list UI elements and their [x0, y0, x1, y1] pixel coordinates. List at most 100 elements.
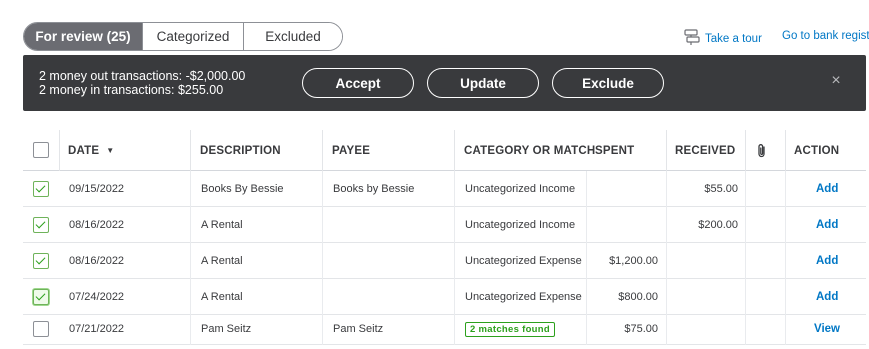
column-divider — [454, 130, 455, 171]
column-divider — [454, 243, 455, 279]
column-divider — [322, 207, 323, 243]
tab-for-review[interactable]: For review (25) — [24, 23, 142, 50]
column-divider — [190, 130, 191, 171]
column-divider — [190, 171, 191, 207]
batch-action-bar: 2 money out transactions: -$2,000.00 2 m… — [23, 55, 866, 111]
table-row[interactable]: 07/24/2022 A Rental Uncategorized Expens… — [23, 279, 866, 315]
column-divider — [745, 279, 746, 315]
date-header[interactable]: DATE ▼ — [68, 130, 114, 171]
date-header-label: DATE — [68, 144, 100, 157]
money-out-summary: 2 money out transactions: -$2,000.00 — [39, 69, 246, 83]
tab-excluded[interactable]: Excluded — [243, 23, 342, 50]
received-cell — [667, 315, 738, 343]
column-divider — [785, 243, 786, 279]
date-cell: 07/21/2022 — [69, 323, 125, 335]
description-cell: Books By Bessie — [201, 182, 284, 195]
column-divider — [322, 171, 323, 207]
payee-header[interactable]: PAYEE — [332, 130, 370, 171]
column-divider — [745, 315, 746, 345]
table-row[interactable]: 08/16/2022 A Rental Uncategorized Income… — [23, 207, 866, 243]
description-cell: A Rental — [201, 218, 243, 231]
sort-down-icon: ▼ — [106, 146, 115, 155]
add-button[interactable]: Add — [816, 279, 838, 314]
column-divider — [454, 279, 455, 315]
table-row[interactable]: 08/16/2022 A Rental Uncategorized Expens… — [23, 243, 866, 279]
received-cell — [667, 279, 738, 314]
column-divider — [666, 130, 667, 171]
take-a-tour-label: Take a tour — [705, 32, 762, 45]
received-cell — [667, 243, 738, 278]
batch-summary: 2 money out transactions: -$2,000.00 2 m… — [39, 69, 245, 97]
row-checkbox[interactable] — [33, 321, 49, 337]
column-divider — [190, 315, 191, 345]
spent-cell: $75.00 — [624, 323, 658, 335]
accept-button[interactable]: Accept — [302, 68, 414, 98]
column-divider — [745, 243, 746, 279]
signpost-icon — [683, 28, 701, 49]
spent-header[interactable]: SPENT — [595, 130, 634, 171]
column-divider — [322, 279, 323, 315]
date-cell: 09/15/2022 — [69, 182, 125, 195]
column-divider — [785, 279, 786, 315]
exclude-button[interactable]: Exclude — [552, 68, 664, 98]
received-header[interactable]: RECEIVED — [675, 130, 735, 171]
money-in-summary: 2 money in transactions: $255.00 — [39, 83, 224, 97]
select-all-checkbox[interactable] — [33, 142, 49, 158]
table-row[interactable]: 09/15/2022 Books By Bessie Books by Bess… — [23, 171, 866, 207]
category-cell[interactable]: Uncategorized Income — [465, 171, 586, 206]
payee-cell[interactable]: Books by Bessie — [333, 171, 414, 206]
column-divider — [190, 279, 191, 315]
action-header: ACTION — [794, 144, 840, 157]
close-icon[interactable]: × — [829, 73, 843, 89]
date-cell: 08/16/2022 — [69, 254, 125, 267]
received-cell: $200.00 — [698, 218, 738, 231]
column-divider — [454, 207, 455, 243]
description-cell: A Rental — [201, 290, 243, 303]
column-divider — [454, 171, 455, 207]
add-button[interactable]: Add — [816, 171, 838, 206]
description-cell: Pam Seitz — [201, 323, 252, 335]
column-divider — [322, 315, 323, 345]
match-cell[interactable]: 2 matches found — [465, 315, 555, 343]
column-divider — [454, 315, 455, 345]
description-header[interactable]: DESCRIPTION — [200, 130, 281, 171]
matches-found-badge[interactable]: 2 matches found — [465, 321, 555, 337]
row-checkbox[interactable] — [33, 253, 49, 269]
take-a-tour-link[interactable]: Take a tour — [683, 28, 762, 49]
tab-categorized[interactable]: Categorized — [142, 23, 243, 50]
row-checkbox[interactable] — [33, 181, 49, 197]
column-divider — [322, 130, 323, 171]
payee-cell[interactable]: Pam Seitz — [333, 315, 383, 343]
spent-cell: $1,200.00 — [609, 254, 658, 267]
spent-cell — [587, 171, 658, 206]
bank-register-link[interactable]: Go to bank regist — [782, 30, 869, 42]
row-checkbox[interactable] — [33, 289, 49, 305]
column-divider — [785, 171, 786, 207]
description-cell: A Rental — [201, 254, 243, 267]
column-divider — [59, 130, 60, 171]
column-divider — [190, 207, 191, 243]
category-header[interactable]: CATEGORY OR MATCH — [464, 130, 595, 171]
date-cell: 07/24/2022 — [69, 290, 125, 303]
add-button[interactable]: Add — [816, 207, 838, 242]
add-button[interactable]: Add — [816, 243, 838, 278]
table-header: DATE ▼ DESCRIPTION PAYEE CATEGORY OR MAT… — [23, 130, 866, 171]
column-divider — [745, 130, 746, 171]
paperclip-icon — [756, 130, 768, 171]
review-tabs: For review (25) Categorized Excluded — [23, 22, 343, 51]
category-cell[interactable]: Uncategorized Expense — [465, 279, 586, 314]
view-button[interactable]: View — [814, 315, 840, 343]
category-cell[interactable]: Uncategorized Income — [465, 207, 586, 242]
row-checkbox[interactable] — [33, 217, 49, 233]
column-divider — [785, 315, 786, 345]
column-divider — [745, 171, 746, 207]
category-cell[interactable]: Uncategorized Expense — [465, 243, 586, 278]
column-divider — [322, 243, 323, 279]
spent-cell: $800.00 — [618, 290, 658, 303]
spent-cell — [587, 207, 658, 242]
update-button[interactable]: Update — [427, 68, 539, 98]
received-cell: $55.00 — [704, 182, 738, 195]
column-divider — [745, 207, 746, 243]
table-row[interactable]: 07/21/2022 Pam Seitz Pam Seitz 2 matches… — [23, 315, 866, 345]
date-cell: 08/16/2022 — [69, 218, 125, 231]
